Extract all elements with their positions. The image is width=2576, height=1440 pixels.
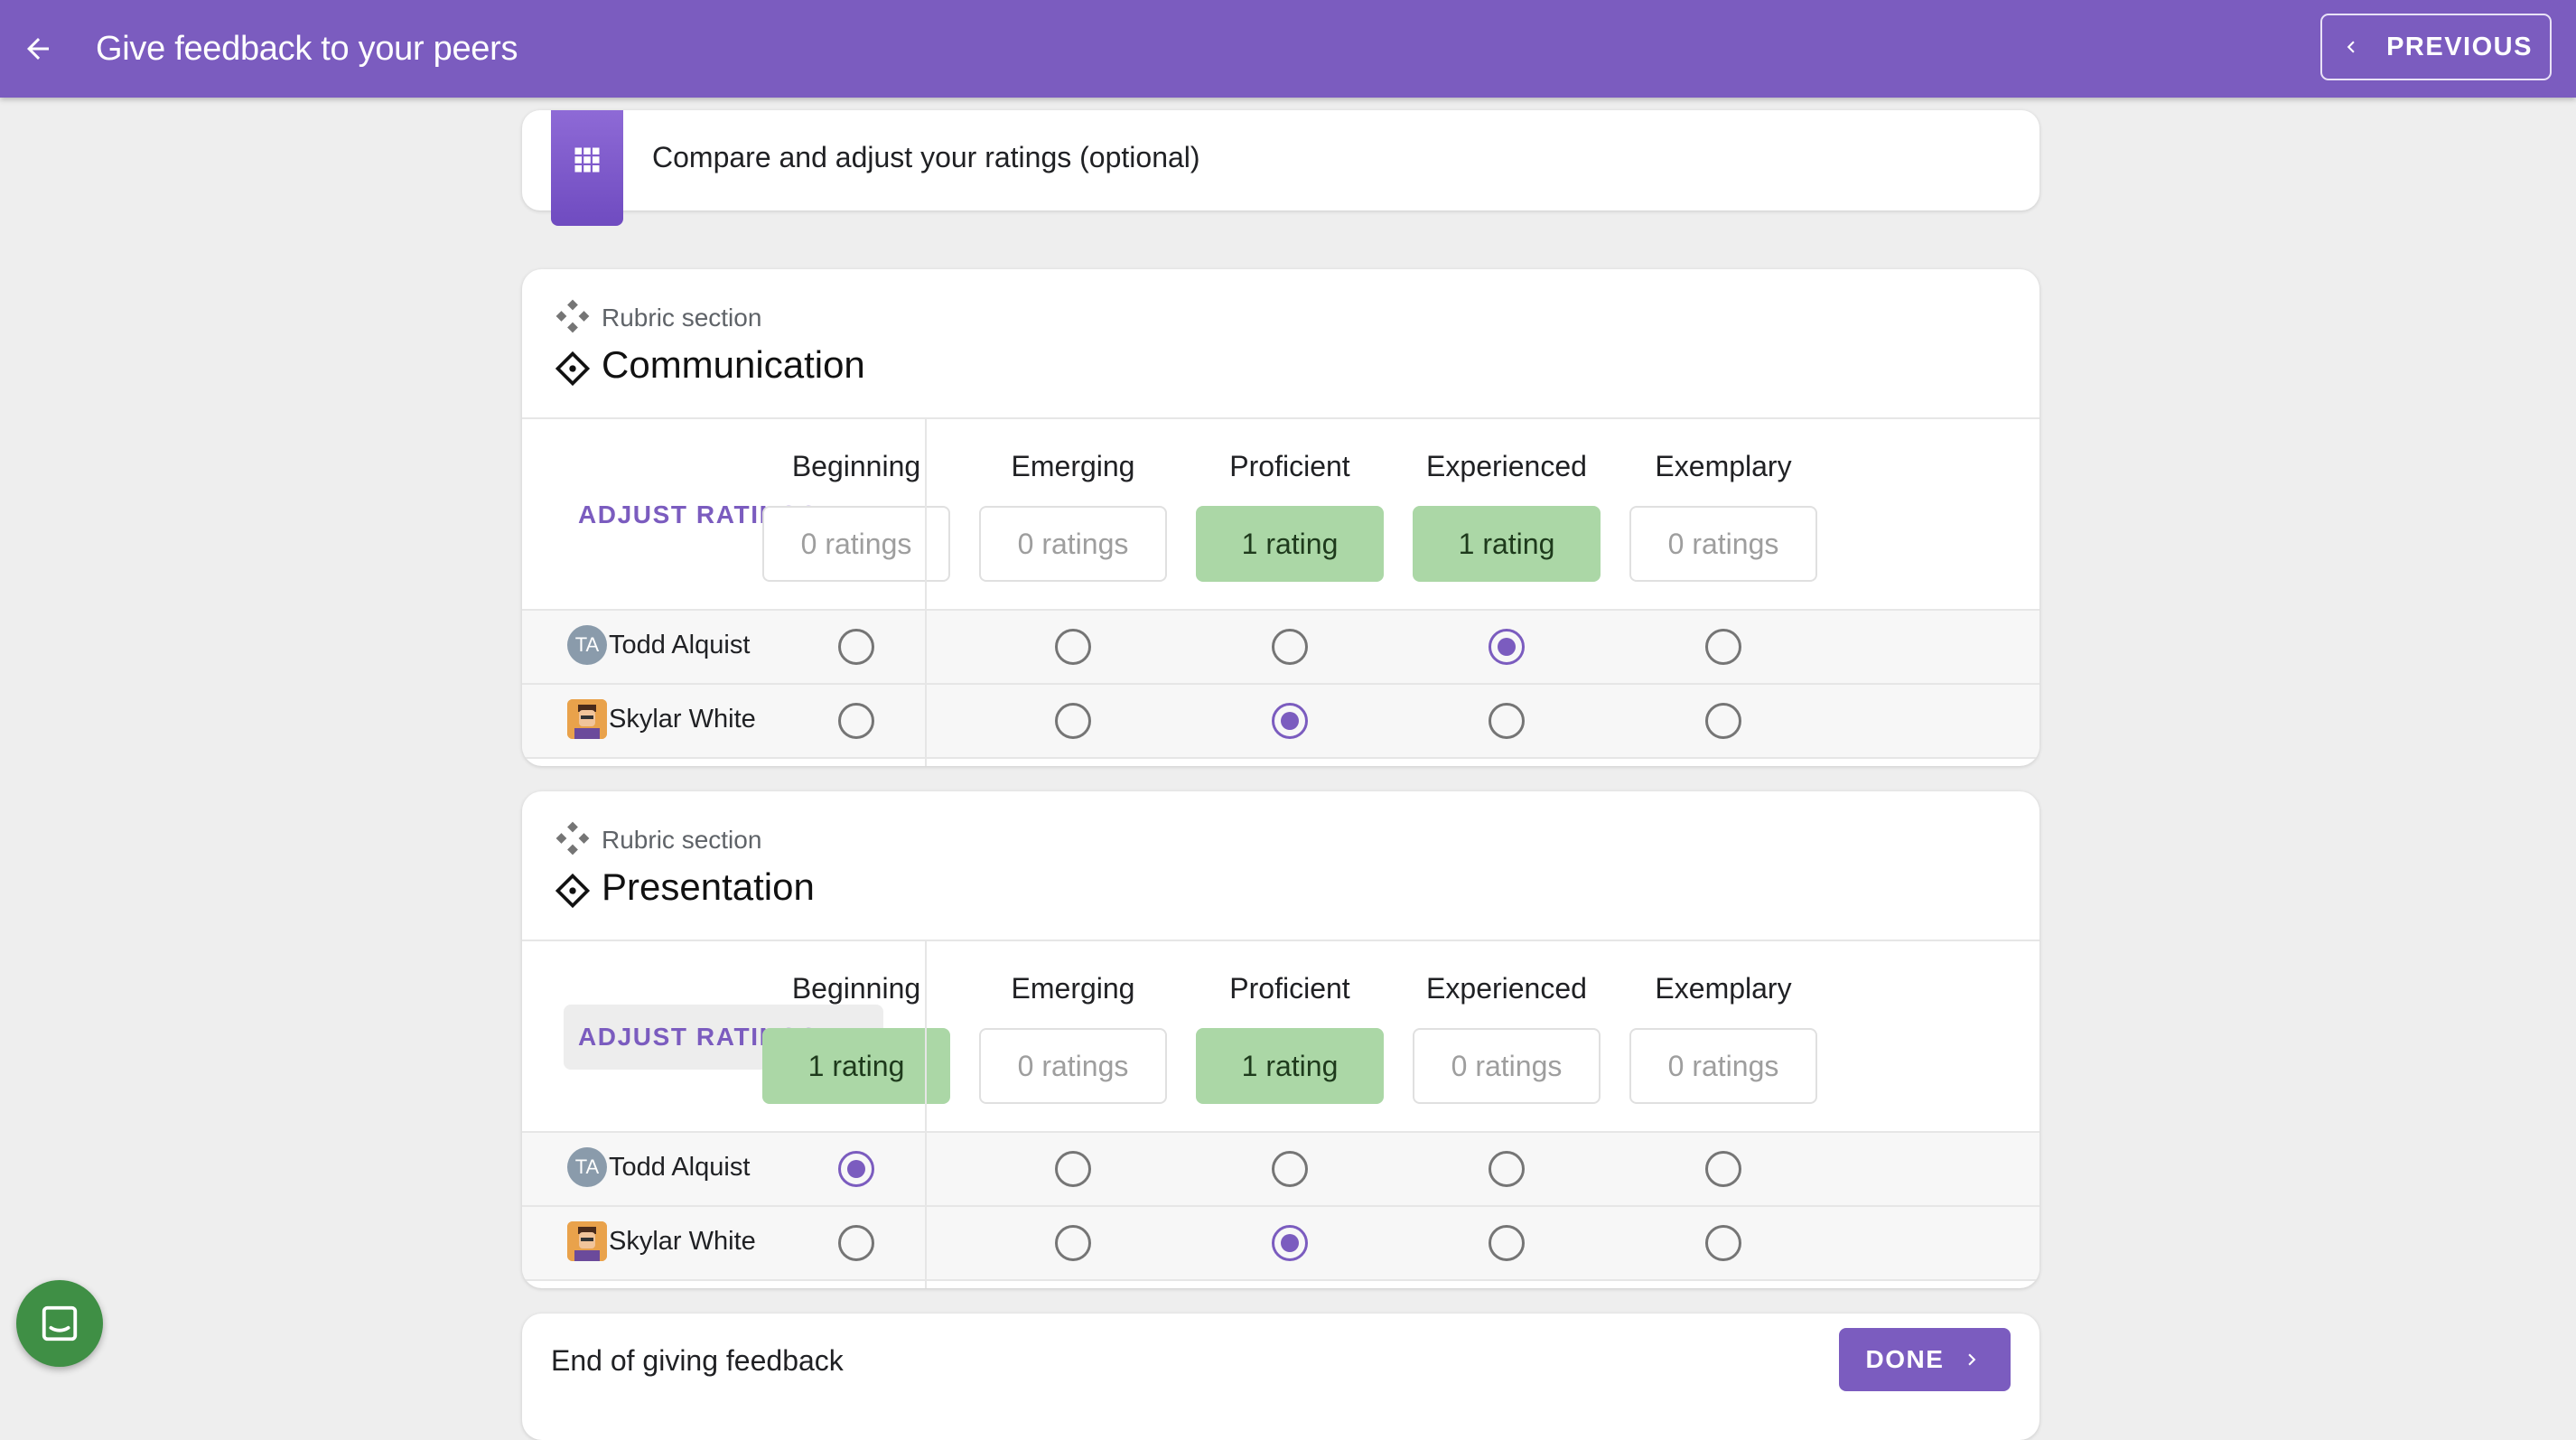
rating-radio[interactable] <box>1055 1151 1091 1187</box>
level-rating-count: 0 ratings <box>1413 1028 1601 1104</box>
rating-radio[interactable] <box>1055 1225 1091 1261</box>
rating-radio[interactable] <box>1272 703 1308 739</box>
peer-rating-row: TA Todd Alquist <box>522 611 2039 685</box>
rating-radio[interactable] <box>1705 703 1741 739</box>
peer: Skylar White <box>567 699 756 739</box>
peer: TA Todd Alquist <box>567 1147 750 1187</box>
back-button[interactable] <box>0 0 76 98</box>
avatar: TA <box>567 1147 607 1187</box>
rating-radio[interactable] <box>1489 1225 1525 1261</box>
rating-radio[interactable] <box>1272 1151 1308 1187</box>
diamond-icon <box>555 351 591 391</box>
rating-radio[interactable] <box>1055 703 1091 739</box>
rating-levels-header: ADJUST RATINGS Beginning 0 ratings Emerging… <box>522 419 2039 611</box>
avatar: TA <box>567 625 607 665</box>
peer: TA Todd Alquist <box>567 625 750 665</box>
rating-radio[interactable] <box>1705 629 1741 665</box>
level-rating-count: 0 ratings <box>762 506 950 582</box>
level-rating-count: 0 ratings <box>979 1028 1167 1104</box>
section-title: Communication <box>602 343 865 386</box>
column-divider <box>925 419 927 766</box>
peer-name: Skylar White <box>609 1226 756 1256</box>
level-rating-count: 1 rating <box>1413 506 1601 582</box>
rating-radio[interactable] <box>1705 1225 1741 1261</box>
page-title: Give feedback to your peers <box>96 29 518 68</box>
peer-name: Todd Alquist <box>609 1152 751 1182</box>
level-rating-count: 1 rating <box>1196 506 1384 582</box>
end-of-feedback-card: End of giving feedback DONE <box>522 1314 2039 1440</box>
section-header: Rubric section Communication <box>522 269 2039 419</box>
diamond-cluster-icon <box>555 298 591 339</box>
level-rating-count: 1 rating <box>1196 1028 1384 1104</box>
level-name: Exemplary <box>1655 972 1792 1005</box>
rating-radio[interactable] <box>838 1151 874 1187</box>
peer-name: Todd Alquist <box>609 630 751 659</box>
rating-radio[interactable] <box>1055 629 1091 665</box>
chevron-left-icon <box>2347 41 2355 53</box>
level-name: Emerging <box>1011 450 1135 482</box>
level-name: Emerging <box>1011 972 1135 1005</box>
previous-button-label: PREVIOUS <box>2386 32 2533 61</box>
diamond-icon <box>555 873 591 913</box>
peer-name: Skylar White <box>609 704 756 734</box>
peer-rating-row: TA Todd Alquist <box>522 1133 2039 1207</box>
rating-radio[interactable] <box>838 703 874 739</box>
arrow-left-icon <box>27 38 49 60</box>
rating-radio[interactable] <box>1272 629 1308 665</box>
banner-text: Compare and adjust your ratings (optiona… <box>652 141 1200 173</box>
level-name: Exemplary <box>1655 450 1792 482</box>
chat-button[interactable] <box>16 1280 103 1367</box>
level-name: Beginning <box>791 450 921 482</box>
rubric-section-card: Rubric section Presentation ADJUST RATINGS… <box>522 791 2039 1288</box>
level-name: Proficient <box>1229 972 1350 1005</box>
section-title: Presentation <box>602 865 815 908</box>
banner-tab <box>551 110 623 226</box>
rubric-section-card: Rubric section Communication ADJUST RATING… <box>522 269 2039 766</box>
done-button[interactable]: DONE <box>1839 1328 2011 1391</box>
level-rating-count: 1 rating <box>762 1028 950 1104</box>
chat-icon <box>42 1305 78 1342</box>
section-label: Rubric section <box>602 826 762 854</box>
app-header: Give feedback to your peers PREVIOUS <box>0 0 2576 98</box>
level-name: Proficient <box>1229 450 1350 482</box>
peer-rating-row: Skylar White <box>522 1207 2039 1281</box>
rating-radio[interactable] <box>1705 1151 1741 1187</box>
section-header: Rubric section Presentation <box>522 791 2039 941</box>
grid-icon <box>574 147 600 173</box>
level-name: Beginning <box>791 972 921 1005</box>
rating-radio[interactable] <box>1489 1151 1525 1187</box>
level-rating-count: 0 ratings <box>1629 1028 1817 1104</box>
end-of-feedback-text: End of giving feedback <box>551 1344 844 1377</box>
previous-button[interactable]: PREVIOUS <box>2320 14 2552 80</box>
peer: Skylar White <box>567 1221 756 1261</box>
compare-banner: Compare and adjust your ratings (optiona… <box>522 110 2039 226</box>
rating-radio[interactable] <box>1489 703 1525 739</box>
chevron-right-icon <box>1968 1353 1976 1366</box>
rating-levels-header: ADJUST RATINGS Beginning 1 rating Emerging 0… <box>522 941 2039 1133</box>
level-rating-count: 0 ratings <box>979 506 1167 582</box>
column-divider <box>925 941 927 1288</box>
diamond-cluster-icon <box>555 820 591 861</box>
section-label: Rubric section <box>602 304 762 332</box>
avatar <box>567 1221 607 1261</box>
level-name: Experienced <box>1426 972 1587 1005</box>
peer-rating-row: Skylar White <box>522 685 2039 759</box>
rating-radio[interactable] <box>1489 629 1525 665</box>
level-rating-count: 0 ratings <box>1629 506 1817 582</box>
rating-radio[interactable] <box>1272 1225 1308 1261</box>
rating-radio[interactable] <box>838 629 874 665</box>
level-name: Experienced <box>1426 450 1587 482</box>
rating-radio[interactable] <box>838 1225 874 1261</box>
avatar <box>567 699 607 739</box>
done-button-label: DONE <box>1865 1345 1945 1373</box>
